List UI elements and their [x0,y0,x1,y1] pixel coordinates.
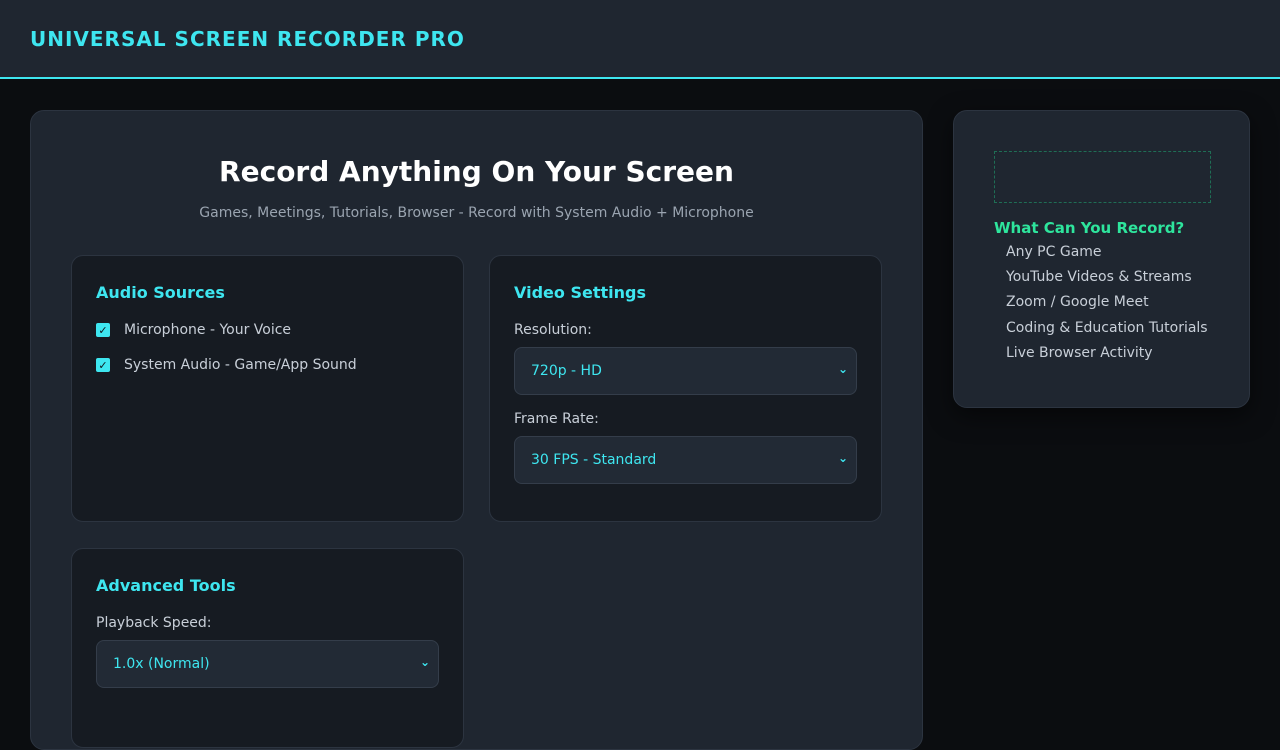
record-examples-card: What Can You Record? Any PC Game YouTube… [953,110,1250,408]
ad-placeholder [994,151,1211,203]
check-icon: ✓ [98,323,108,337]
advanced-tools-title: Advanced Tools [96,576,236,595]
hero-title: Record Anything On Your Screen [219,155,734,188]
system-audio-checkbox[interactable]: ✓ [96,358,110,372]
video-settings-panel: Video Settings Resolution: 720p - HD ⌄ F… [489,255,882,522]
playback-speed-label: Playback Speed: [96,615,212,631]
recorder-card: Record Anything On Your Screen Games, Me… [30,110,923,750]
chevron-down-icon: ⌄ [419,655,430,669]
advanced-tools-panel: Advanced Tools Playback Speed: 1.0x (Nor… [71,548,464,748]
list-item: Coding & Education Tutorials [1006,319,1208,336]
check-icon: ✓ [98,358,108,372]
microphone-checkbox[interactable]: ✓ [96,323,110,337]
video-settings-title: Video Settings [514,283,646,302]
resolution-value: 720p - HD [531,363,602,379]
playback-speed-select[interactable]: 1.0x (Normal) ⌄ [96,640,439,688]
resolution-label: Resolution: [514,322,592,338]
list-item: Zoom / Google Meet [1006,294,1149,311]
resolution-select[interactable]: 720p - HD ⌄ [514,347,857,395]
system-audio-label: System Audio - Game/App Sound [124,357,357,373]
microphone-option[interactable]: ✓ Microphone - Your Voice [96,322,291,338]
chevron-down-icon: ⌄ [837,362,848,376]
hero-subtitle: Games, Meetings, Tutorials, Browser - Re… [199,205,754,221]
app-title: UNIVERSAL SCREEN RECORDER PRO [30,27,465,51]
chevron-down-icon: ⌄ [837,451,848,465]
frame-rate-select[interactable]: 30 FPS - Standard ⌄ [514,436,857,484]
system-audio-option[interactable]: ✓ System Audio - Game/App Sound [96,357,357,373]
audio-sources-title: Audio Sources [96,283,225,302]
frame-rate-label: Frame Rate: [514,411,599,427]
microphone-label: Microphone - Your Voice [124,322,292,338]
list-item: YouTube Videos & Streams [1006,269,1192,286]
list-item: Live Browser Activity [1006,344,1153,361]
audio-sources-panel: Audio Sources ✓ Microphone - Your Voice … [71,255,464,522]
list-item: Any PC Game [1006,244,1102,260]
top-bar: UNIVERSAL SCREEN RECORDER PRO [0,0,1280,79]
frame-rate-value: 30 FPS - Standard [531,452,657,468]
record-examples-list: Any PC Game YouTube Videos & Streams Zoo… [1006,244,1208,370]
playback-speed-value: 1.0x (Normal) [113,656,210,672]
what-can-you-record-title: What Can You Record? [994,219,1185,237]
